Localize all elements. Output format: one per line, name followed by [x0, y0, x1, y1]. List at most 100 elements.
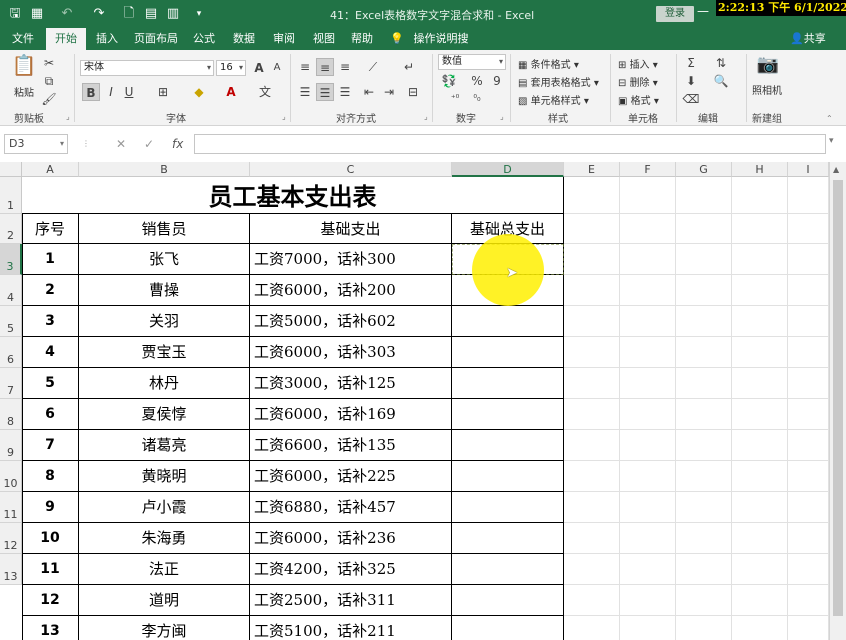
font-launcher-icon[interactable]: ⌟ [282, 112, 286, 121]
format-as-table-button[interactable]: ▤ 套用表格格式 ▾ [518, 74, 599, 89]
row-header-2[interactable]: 2 [0, 214, 22, 244]
format-cells-button[interactable]: ▣ 格式 ▾ [618, 92, 659, 107]
row-header-11[interactable]: 11 [0, 492, 22, 523]
name-cell[interactable]: 法正 [79, 554, 250, 585]
decrease-decimal-icon[interactable]: ⁰₀ [468, 90, 486, 108]
login-button[interactable]: 登录 [656, 6, 694, 22]
number-format-select[interactable]: 数值 ▾ [438, 54, 506, 70]
font-size-select[interactable]: 16 ▾ [216, 60, 246, 76]
sheet-title-cell[interactable]: 员工基本支出表 [22, 177, 564, 214]
bold-button[interactable]: B [82, 83, 100, 101]
name-cell[interactable]: 卢小霞 [79, 492, 250, 523]
index-cell[interactable]: 3 [22, 306, 79, 337]
index-cell[interactable]: 2 [22, 275, 79, 306]
tab-home[interactable]: 开始 [46, 28, 86, 50]
format-painter-icon[interactable]: 🖌 [40, 90, 58, 108]
row-header-9[interactable]: 9 [0, 430, 22, 461]
increase-decimal-icon[interactable]: ⁺⁰ [446, 90, 464, 108]
expense-cell[interactable]: 工资2500，话补311 [250, 585, 452, 616]
grow-font-icon[interactable]: A [250, 59, 268, 77]
row-header-7[interactable]: 7 [0, 368, 22, 399]
increase-indent-icon[interactable]: ⇥ [380, 83, 398, 101]
insert-function-icon[interactable]: fx [172, 134, 183, 154]
shrink-font-icon[interactable]: A [268, 59, 286, 77]
clear-icon[interactable]: ⌫ [682, 90, 700, 108]
expand-formula-bar-icon[interactable]: ▾ [829, 136, 834, 146]
percent-button[interactable]: % [468, 72, 486, 90]
underline-button[interactable]: U [120, 83, 138, 101]
collapse-ribbon-icon[interactable]: ⌃ [826, 114, 833, 123]
name-cell[interactable]: 曹操 [79, 275, 250, 306]
align-center-icon[interactable]: ☰ [316, 83, 334, 101]
row-header-10[interactable]: 10 [0, 461, 22, 492]
total-cell[interactable] [452, 492, 564, 523]
total-cell[interactable] [452, 616, 564, 640]
total-cell[interactable] [452, 399, 564, 430]
header-cell[interactable]: 销售员 [79, 214, 250, 244]
column-header-h[interactable]: H [732, 162, 788, 177]
total-cell[interactable] [452, 461, 564, 492]
total-cell[interactable] [452, 306, 564, 337]
confirm-icon[interactable]: ✓ [144, 134, 154, 154]
cut-icon[interactable]: ✂ [40, 54, 58, 72]
scroll-up-icon[interactable]: ▲ [833, 165, 839, 174]
decrease-indent-icon[interactable]: ⇤ [360, 83, 378, 101]
tab-file[interactable]: 文件 [4, 28, 42, 50]
tab-review[interactable]: 审阅 [266, 28, 302, 50]
insert-cells-button[interactable]: ⊞ 插入 ▾ [618, 56, 658, 71]
camera-icon[interactable]: 📷 [756, 56, 780, 80]
expense-cell[interactable]: 工资6000，话补200 [250, 275, 452, 306]
expense-cell[interactable]: 工资6000，话补303 [250, 337, 452, 368]
row-header-5[interactable]: 5 [0, 306, 22, 337]
name-cell[interactable]: 林丹 [79, 368, 250, 399]
find-select-icon[interactable]: 🔍 [712, 72, 730, 90]
name-box[interactable]: D3 ▾ [4, 134, 68, 154]
font-name-select[interactable]: 宋体 ▾ [80, 60, 214, 76]
select-all-corner[interactable] [0, 162, 22, 177]
fill-icon[interactable]: ⬇ [682, 72, 700, 90]
formula-input[interactable] [194, 134, 826, 154]
orientation-icon[interactable]: ⟋ [364, 58, 382, 76]
column-header-g[interactable]: G [676, 162, 732, 177]
tab-insert[interactable]: 插入 [88, 28, 126, 50]
column-header-b[interactable]: B [79, 162, 250, 177]
cancel-icon[interactable]: ✕ [116, 134, 126, 154]
font-color-icon[interactable]: A [222, 83, 240, 101]
expense-cell[interactable]: 工资6000，话补236 [250, 523, 452, 554]
italic-button[interactable]: I [102, 83, 120, 101]
row-header-13[interactable]: 13 [0, 554, 22, 585]
expense-cell[interactable]: 工资4200，话补325 [250, 554, 452, 585]
header-cell[interactable]: 序号 [22, 214, 79, 244]
cell-styles-button[interactable]: ▧ 单元格样式 ▾ [518, 92, 589, 107]
row-header-4[interactable]: 4 [0, 275, 22, 306]
grid-icon[interactable]: ▦ [28, 5, 46, 23]
index-cell[interactable]: 13 [22, 616, 79, 640]
total-cell[interactable] [452, 523, 564, 554]
conditional-formatting-button[interactable]: ▦ 条件格式 ▾ [518, 56, 579, 71]
column-header-a[interactable]: A [22, 162, 79, 177]
index-cell[interactable]: 6 [22, 399, 79, 430]
expense-cell[interactable]: 工资7000，话补300 [250, 244, 452, 275]
comma-style-button[interactable]: 9 [488, 72, 506, 90]
borders-icon[interactable]: ⊞ [154, 83, 172, 101]
name-cell[interactable]: 道明 [79, 585, 250, 616]
index-cell[interactable]: 7 [22, 430, 79, 461]
name-cell[interactable]: 张飞 [79, 244, 250, 275]
tab-formulas[interactable]: 公式 [186, 28, 222, 50]
merge-center-icon[interactable]: ⊟ [404, 83, 422, 101]
row-header-1[interactable]: 1 [0, 177, 22, 214]
undo-icon[interactable]: ↶ [58, 5, 76, 23]
row-header-12[interactable]: 12 [0, 523, 22, 554]
expense-cell[interactable]: 工资6000，话补169 [250, 399, 452, 430]
sort-filter-icon[interactable]: ⇅ [712, 54, 730, 72]
currency-icon[interactable]: 💱 [440, 72, 458, 90]
tell-me-search[interactable]: 操作说明搜索 [410, 28, 472, 67]
index-cell[interactable]: 1 [22, 244, 79, 275]
tab-data[interactable]: 数据 [226, 28, 262, 50]
total-cell[interactable] [452, 430, 564, 461]
name-cell[interactable]: 朱海勇 [79, 523, 250, 554]
tab-page-layout[interactable]: 页面布局 [130, 28, 182, 50]
chart-icon[interactable]: ▥ [164, 5, 182, 23]
index-cell[interactable]: 11 [22, 554, 79, 585]
alignment-launcher-icon[interactable]: ⌟ [424, 112, 428, 121]
